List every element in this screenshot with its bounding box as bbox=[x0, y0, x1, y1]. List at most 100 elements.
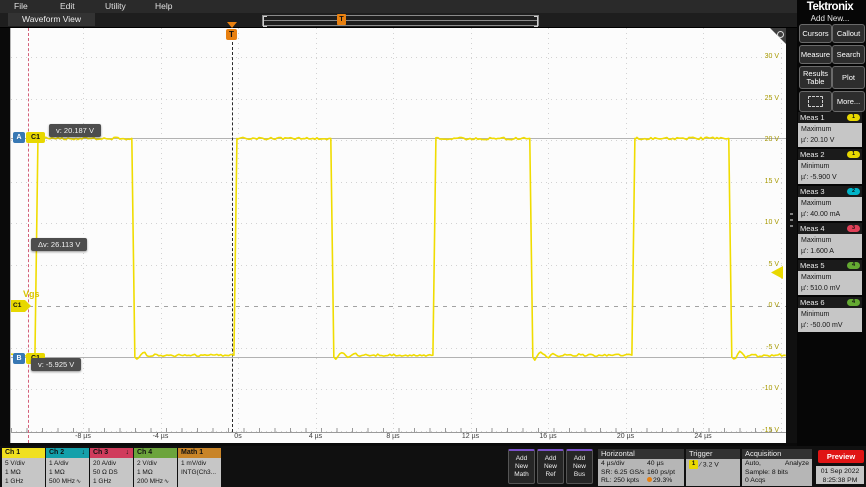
add-new-bus-button[interactable]: Add New Bus bbox=[566, 449, 593, 484]
minimap-trigger-flag[interactable]: T bbox=[337, 14, 346, 25]
record-length: RL: 250 kpts bbox=[601, 477, 647, 486]
tektronix-logo: Tektronix bbox=[797, 1, 863, 13]
meas-5-badge[interactable]: Meas 5 4 Maximum µ′: 510.0 mV bbox=[798, 260, 862, 295]
x-axis-label: 12 µs bbox=[449, 433, 493, 440]
ch3-clipping-arrow-icon: ↓ bbox=[126, 448, 130, 458]
trigger-level: 3.2 V bbox=[703, 461, 719, 468]
add-new-label: Add New... bbox=[797, 14, 863, 23]
callout-button[interactable]: Callout bbox=[832, 24, 865, 43]
add-new-ref-button[interactable]: Add New Ref bbox=[537, 449, 564, 484]
channel-badge-ch1[interactable]: Ch 1 5 V/div 1 MΩ 1 GHz bbox=[2, 448, 45, 486]
ch3-termination: 50 Ω DS bbox=[93, 468, 133, 477]
ch2-termination: 1 MΩ bbox=[49, 468, 89, 477]
meas-2-title: Meas 2 bbox=[800, 150, 825, 159]
minimap-record-line bbox=[263, 20, 538, 21]
math1-badge[interactable]: Math 1 1 mV/div INTG(Ch3... bbox=[178, 448, 221, 486]
waveform-trace-ch1 bbox=[11, 28, 787, 443]
meas-2-badge[interactable]: Meas 2 1 Minimum µ′: -5.900 V bbox=[798, 149, 862, 184]
meas-1-stat: Maximum bbox=[801, 124, 859, 135]
cursor-a-badge[interactable]: A bbox=[13, 132, 25, 143]
right-control-panel: Tektronix Add New... Cursors Callout Mea… bbox=[797, 0, 866, 446]
meas-6-stat: Minimum bbox=[801, 309, 859, 320]
horizontal-badge[interactable]: Horizontal 4 µs/div40 µs SR: 6.25 GS/s16… bbox=[598, 449, 684, 486]
menu-bar: File Edit Utility Help bbox=[0, 0, 866, 13]
menu-file[interactable]: File bbox=[14, 1, 28, 11]
meas-6-badge[interactable]: Meas 6 4 Minimum µ′: -50.00 mV bbox=[798, 297, 862, 332]
search-button[interactable]: Search bbox=[832, 45, 865, 64]
cursor-b-badge[interactable]: B bbox=[13, 353, 25, 364]
draw-a-box-button[interactable] bbox=[799, 91, 832, 112]
channel-badge-ch3[interactable]: Ch 3 ↓ 20 A/div 50 Ω DS 1 GHz bbox=[90, 448, 133, 486]
plot-button[interactable]: Plot bbox=[832, 66, 865, 89]
meas-3-stat: Maximum bbox=[801, 198, 859, 209]
ch1-scale: 5 V/div bbox=[5, 459, 45, 468]
trigger-position-badge[interactable]: T bbox=[226, 29, 237, 40]
menu-help[interactable]: Help bbox=[155, 1, 172, 11]
sample-resolution: 160 ps/pt bbox=[647, 469, 675, 478]
cursors-button[interactable]: Cursors bbox=[799, 24, 832, 43]
waveform-view-tab[interactable]: Waveform View bbox=[8, 13, 95, 26]
acquisition-minimap[interactable]: T bbox=[262, 15, 539, 26]
meas-5-value: µ′: 510.0 mV bbox=[801, 283, 859, 294]
ch4-scale: 2 V/div bbox=[137, 459, 177, 468]
meas-4-stat: Maximum bbox=[801, 235, 859, 246]
meas-2-source-pill: 1 bbox=[847, 151, 860, 158]
trigger-position-triangle-icon[interactable] bbox=[227, 22, 237, 28]
oscilloscope-window: File Edit Utility Help Waveform View T 3… bbox=[0, 0, 866, 487]
measure-button[interactable]: Measure bbox=[799, 45, 832, 64]
sample-rate: SR: 6.25 GS/s bbox=[601, 469, 647, 478]
acquisition-badge[interactable]: Acquisition Auto,Analyze Sample: 8 bits … bbox=[742, 449, 812, 486]
meas-3-source-pill: 2 bbox=[847, 188, 860, 195]
results-table-button[interactable]: Results Table bbox=[799, 66, 832, 89]
panel-grip-handle[interactable] bbox=[790, 213, 793, 229]
math1-expression: INTG(Ch3... bbox=[181, 468, 221, 477]
cursor-a-value-tooltip: v: 20.187 V bbox=[49, 124, 101, 137]
draw-a-box-icon bbox=[808, 96, 823, 107]
menu-utility[interactable]: Utility bbox=[105, 1, 126, 11]
trigger-source-chip: 1 bbox=[689, 460, 698, 469]
preview-button[interactable]: Preview bbox=[818, 450, 864, 463]
ch1-bandwidth: 1 GHz bbox=[5, 477, 45, 486]
meas-5-title: Meas 5 bbox=[800, 261, 825, 270]
ch2-bandwidth-limit-icon: ∿ bbox=[76, 479, 81, 485]
meas-5-source-pill: 4 bbox=[847, 262, 860, 269]
date-time-display: 01 Sep 2022 8:25:38 PM bbox=[816, 466, 864, 484]
x-axis-label: 0s bbox=[216, 433, 260, 440]
channel-badge-ch2[interactable]: Ch 2 ↓ 1 A/div 1 MΩ 500 MHz∿ bbox=[46, 448, 89, 486]
time-text: 8:25:38 PM bbox=[816, 476, 864, 485]
ch2-clipping-arrow-icon: ↓ bbox=[82, 448, 86, 458]
ch4-name: Ch 4 bbox=[137, 449, 152, 456]
math1-scale: 1 mV/div bbox=[181, 459, 221, 468]
ch1-termination: 1 MΩ bbox=[5, 468, 45, 477]
menu-edit[interactable]: Edit bbox=[60, 1, 75, 11]
ch2-scale: 1 A/div bbox=[49, 459, 89, 468]
more-button[interactable]: More... bbox=[832, 91, 865, 112]
acquisition-sample: Sample: 8 bits bbox=[745, 469, 809, 478]
cursor-b-value-tooltip: v: -5.925 V bbox=[31, 358, 81, 371]
acquisition-count: 0 Acqs bbox=[745, 477, 809, 486]
meas-1-value: µ′: 20.10 V bbox=[801, 135, 859, 146]
horizontal-scale: 4 µs/div bbox=[601, 460, 647, 469]
trigger-title: Trigger bbox=[686, 449, 740, 459]
channel-badge-ch4[interactable]: Ch 4 2 V/div 1 MΩ 200 MHz∿ bbox=[134, 448, 177, 486]
ch4-bandwidth-limit-icon: ∿ bbox=[164, 479, 169, 485]
meas-4-value: µ′: 1.600 A bbox=[801, 246, 859, 257]
meas-6-title: Meas 6 bbox=[800, 298, 825, 307]
trigger-badge[interactable]: Trigger 1 ∕ 3.2 V bbox=[686, 449, 740, 486]
meas-6-source-pill: 4 bbox=[847, 299, 860, 306]
waveform-label-vgs: Vgs bbox=[23, 289, 40, 299]
meas-2-value: µ′: -5.900 V bbox=[801, 172, 859, 183]
meas-3-badge[interactable]: Meas 3 2 Maximum µ′: 40.00 mA bbox=[798, 186, 862, 221]
add-new-math-button[interactable]: Add New Math bbox=[508, 449, 535, 484]
x-axis-label: 8 µs bbox=[371, 433, 415, 440]
meas-4-source-pill: 3 bbox=[847, 225, 860, 232]
meas-4-badge[interactable]: Meas 4 3 Maximum µ′: 1.600 A bbox=[798, 223, 862, 258]
ch4-termination: 1 MΩ bbox=[137, 468, 177, 477]
meas-2-stat: Minimum bbox=[801, 161, 859, 172]
ch1-name: Ch 1 bbox=[5, 449, 20, 456]
acquisition-analyze: Analyze bbox=[785, 460, 809, 469]
waveform-graticule: 30 V25 V20 V15 V10 V5 V0 V-5 V-10 V-15 V… bbox=[10, 28, 787, 443]
ch3-bandwidth: 1 GHz bbox=[93, 477, 133, 486]
meas-1-badge[interactable]: Meas 1 1 Maximum µ′: 20.10 V bbox=[798, 112, 862, 147]
x-axis-label: 16 µs bbox=[526, 433, 570, 440]
